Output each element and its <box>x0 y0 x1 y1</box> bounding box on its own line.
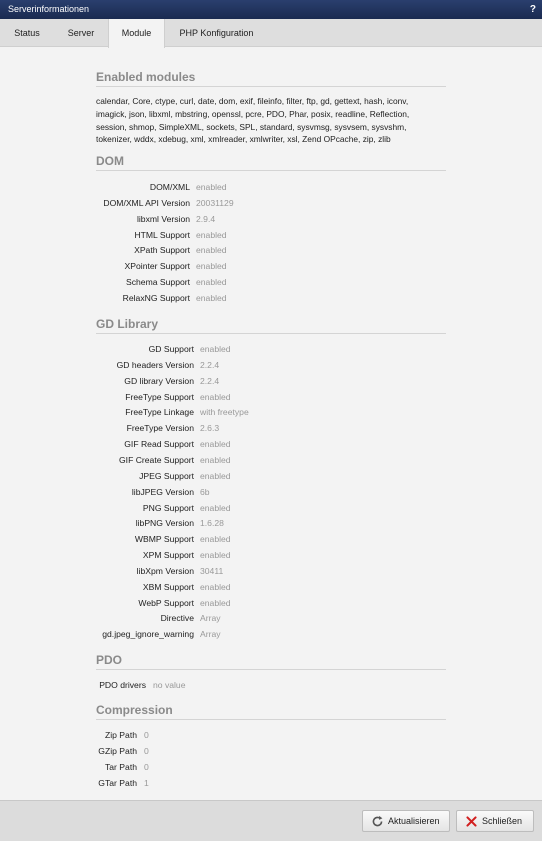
enabled-modules-heading: Enabled modules <box>96 70 446 87</box>
close-icon <box>466 816 477 827</box>
property-name: XPM Support <box>142 550 194 561</box>
property-name: gd.jpeg_ignore_warning <box>102 629 194 640</box>
property-name: DOM/XML <box>149 182 190 192</box>
property-value: enabled <box>196 277 227 288</box>
window-title: Serverinformationen <box>8 4 90 14</box>
property-name: libXpm Version <box>136 565 194 576</box>
property-value: 0 <box>144 730 149 740</box>
section-heading: GD Library <box>96 317 446 334</box>
enabled-modules-list: calendar, Core, ctype, curl, date, dom, … <box>96 95 456 146</box>
property-value: 2.2.4 <box>200 375 220 386</box>
property-value: enabled <box>200 470 231 481</box>
property-name: PDO drivers <box>99 680 146 690</box>
property-value: enabled <box>196 229 227 240</box>
section-heading: Compression <box>96 703 446 720</box>
tab-php-konfiguration[interactable]: PHP Konfiguration <box>165 19 268 47</box>
property-value: enabled <box>200 597 231 608</box>
tab-module[interactable]: Module <box>108 19 165 48</box>
property-value: 20031129 <box>196 197 234 208</box>
property-name: GD Support <box>148 344 194 354</box>
section-heading: PDO <box>96 653 446 670</box>
property-value: 6b <box>200 486 210 497</box>
property-name: DOM/XML API Version <box>103 197 190 208</box>
property-value: enabled <box>200 550 231 561</box>
property-name: GIF Read Support <box>124 439 194 450</box>
property-name: libPNG Version <box>135 518 194 529</box>
section-heading: DOM <box>96 154 446 171</box>
property-value: enabled <box>196 292 227 303</box>
property-value: enabled <box>196 182 227 192</box>
property-name: GIF Create Support <box>119 454 194 465</box>
modules-line: imagick, json, libxml, mbstring, openssl… <box>96 108 410 119</box>
property-name: FreeType Linkage <box>125 407 194 418</box>
module-content: Enabled modules calendar, Core, ctype, c… <box>0 48 542 800</box>
property-value: enabled <box>196 245 227 256</box>
close-label: Schließen <box>482 816 523 826</box>
property-name: XBM Support <box>142 581 194 592</box>
property-value: 1 <box>144 777 149 788</box>
tab-bar: Status Server Module PHP Konfiguration <box>0 19 542 48</box>
property-value: 0 <box>144 745 149 756</box>
property-name: Directive <box>160 613 194 624</box>
property-value: enabled <box>196 261 227 272</box>
modules-line: tokenizer, wddx, xdebug, xml, xmlreader,… <box>96 134 391 145</box>
property-name: RelaxNG Support <box>122 292 190 303</box>
property-name: JPEG Support <box>139 470 194 481</box>
property-name: libxml Version <box>136 213 190 224</box>
property-name: XPointer Support <box>124 261 190 272</box>
property-name: XPath Support <box>134 245 190 256</box>
property-value: Array <box>200 629 221 640</box>
property-value: 0 <box>144 761 149 772</box>
property-name: GTar Path <box>98 777 137 788</box>
tab-server[interactable]: Server <box>54 19 108 47</box>
refresh-label: Aktualisieren <box>388 816 440 826</box>
property-value: enabled <box>200 391 231 402</box>
property-value: 2.9.4 <box>196 213 216 224</box>
property-name: FreeType Version <box>126 423 194 434</box>
property-value: enabled <box>200 439 231 450</box>
property-name: PNG Support <box>142 502 194 513</box>
close-button[interactable]: Schließen <box>456 810 534 832</box>
property-value: no value <box>153 680 186 690</box>
property-name: libJPEG Version <box>131 486 194 497</box>
property-name: GD headers Version <box>116 359 194 370</box>
property-name: GD library Version <box>124 375 194 386</box>
tab-status[interactable]: Status <box>0 19 54 47</box>
property-name: Schema Support <box>125 277 190 288</box>
property-name: Zip Path <box>104 730 137 740</box>
property-name: WBMP Support <box>134 534 194 545</box>
property-value: Array <box>200 613 221 624</box>
property-value: 2.6.3 <box>200 423 220 434</box>
property-name: FreeType Support <box>125 391 194 402</box>
property-value: 30411 <box>200 565 224 576</box>
property-value: enabled <box>200 502 231 513</box>
modules-line: session, shmop, SimpleXML, sockets, SPL,… <box>96 121 407 132</box>
modules-line: calendar, Core, ctype, curl, date, dom, … <box>96 96 409 106</box>
property-value: 1.6.28 <box>200 518 224 529</box>
refresh-icon <box>372 815 383 827</box>
property-value: enabled <box>200 534 231 545</box>
property-value: enabled <box>200 344 231 354</box>
property-value: enabled <box>200 581 231 592</box>
property-value: with freetype <box>200 407 249 418</box>
property-name: Tar Path <box>104 761 137 772</box>
dialog-footer: Aktualisieren Schließen <box>0 800 542 841</box>
property-value: 2.2.4 <box>200 359 220 370</box>
refresh-button[interactable]: Aktualisieren <box>362 810 450 832</box>
window-titlebar: Serverinformationen ? <box>0 0 542 19</box>
property-value: enabled <box>200 454 231 465</box>
property-name: HTML Support <box>134 229 190 240</box>
property-name: WebP Support <box>138 597 194 608</box>
help-icon[interactable]: ? <box>530 0 536 19</box>
property-name: GZip Path <box>98 745 137 756</box>
